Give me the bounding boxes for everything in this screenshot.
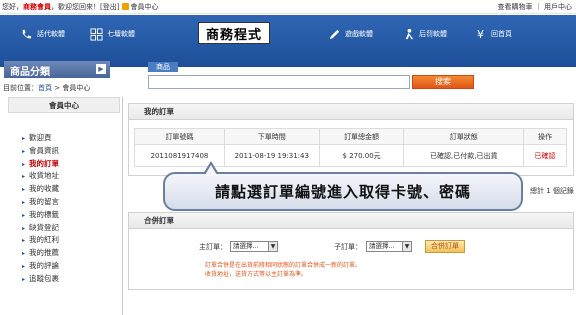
orders-table: 訂單號碼 下單時間 訂單總金額 訂單狀態 操作 2011081917408 20… [134,128,567,167]
home-icon [122,3,130,10]
category-label: 商品分類 [10,67,50,78]
nav-item-2-label: 七壇軟體 [107,30,135,38]
sidebar-item-orders[interactable]: 我的訂單 [22,158,59,171]
top-right-links[interactable]: 查看購物車 ｜ 用戶中心 [498,2,572,12]
breadcrumb-current: 會員中心 [62,84,91,92]
record-count: 總計 1 個記錄 [530,187,574,195]
nav-item-5-label: 回首頁 [491,30,512,38]
nav-item-1-label: 話代軟體 [37,30,65,38]
merge-orders-button[interactable]: 合併訂單 [425,240,465,253]
breadcrumb-separator: > [52,84,63,92]
breadcrumb-prefix: 目前位置： [3,84,38,92]
yen-icon: ¥ [477,27,484,41]
sidebar-item-reviews[interactable]: 我的評論 [22,260,59,273]
order-action[interactable]: 已確認 [523,144,567,167]
sidebar-item-referrals[interactable]: 我的推薦 [22,247,59,260]
search-button[interactable]: 搜索 [412,75,474,89]
sidebar-item-addresses[interactable]: 收貨地址 [22,170,59,183]
main-order-value: 請選擇... [233,242,259,250]
sidebar-item-favorites[interactable]: 我的收藏 [22,183,59,196]
sidebar-item-stockout[interactable]: 缺貨登記 [22,222,59,235]
callout-pointer-fill [205,165,217,175]
breadcrumb: 目前位置：首頁 > 會員中心 [3,83,90,93]
sidebar-menu: 歡迎頁 會員資訊 我的訂單 收貨地址 我的收藏 我的留言 我的標籤 缺貨登記 我… [22,132,59,286]
sub-order-value: 請選擇... [369,242,395,250]
orders-title: 我的訂單 [129,104,573,120]
nav-item-4[interactable]: 后罚軟體 [402,26,447,42]
top-bar: 您好，商務會員，歡迎您回來！[登出] 會員中心 查看購物車 ｜ 用戶中心 [0,0,576,14]
nav-item-3-label: 遊戲軟體 [345,30,373,38]
sidebar-title: 會員中心 [8,97,120,113]
chevron-right-icon: ▶ [96,64,106,74]
sub-order-label: 子訂單： [334,243,362,251]
search-input[interactable] [148,75,410,89]
member-center-link[interactable]: 會員中心 [130,3,158,11]
greeting-suffix: ，歡迎您回來！ [51,3,100,11]
site-logo[interactable]: 商務程式 [198,22,270,44]
order-amount: $ 270.00元 [318,144,405,167]
chevron-down-icon: ▼ [402,242,411,251]
order-time: 2011-08-19 19:31:43 [223,144,320,167]
nav-item-1[interactable]: 話代軟體 [20,26,65,42]
column-header-amount: 訂單總金額 [318,128,405,145]
nav-item-2[interactable]: 七壇軟體 [90,26,135,42]
sidebar: 會員中心 歡迎頁 會員資訊 我的訂單 收貨地址 我的收藏 我的留言 我的標籤 缺… [0,97,123,315]
column-header-action: 操作 [523,128,567,145]
nav-item-3[interactable]: 遊戲軟體 [328,26,373,42]
column-header-status: 訂單狀態 [403,128,525,145]
column-header-time: 下單時間 [223,128,320,145]
merge-note-line1: 訂單合併是在出貨前將相同狀態的訂單合併成一新的訂單。 [205,262,362,269]
search-tab-products[interactable]: 商品 [148,62,178,72]
merge-orders-panel: 合併訂單 主訂單： 請選擇... ▼ 子訂單： 請選擇... ▼ 合併訂單 訂單… [128,212,574,290]
figure-icon [405,28,414,39]
sidebar-item-tracking[interactable]: 追蹤包裹 [22,273,59,286]
merge-note-line2: 收貨地址，送貨方式等以主訂單為準。 [205,271,308,278]
merge-note: 訂單合併是在出貨前將相同狀態的訂單合併成一新的訂單。 收貨地址，送貨方式等以主訂… [205,261,361,279]
sidebar-item-profile[interactable]: 會員資訊 [22,145,59,158]
sidebar-item-welcome[interactable]: 歡迎頁 [22,132,59,145]
chevron-down-icon: ▼ [268,242,277,251]
callout-text: 請點選訂單編號進入取得卡號、密碼 [214,183,471,201]
main-order-label: 主訂單： [199,243,227,251]
header: 話代軟體 七壇軟體 商務程式 遊戲軟體 后罚軟體 ¥ 回首頁 商品分類 ▶ 商品… [0,15,576,89]
merge-title: 合併訂單 [129,213,573,229]
column-header-order-no: 訂單號碼 [134,128,225,145]
grid-icon [90,27,103,41]
order-status: 已確認,已付款,已出貨 [403,144,525,167]
nav-item-4-label: 后罚軟體 [419,30,447,38]
greeting-prefix: 您好， [2,3,23,11]
breadcrumb-home-link[interactable]: 首頁 [38,84,52,92]
sub-order-select[interactable]: 請選擇... ▼ [366,241,412,252]
instruction-callout: 請點選訂單編號進入取得卡號、密碼 [163,161,523,211]
pen-icon [329,29,340,39]
sidebar-item-messages[interactable]: 我的留言 [22,196,59,209]
greeting: 您好，商務會員，歡迎您回來！[登出] 會員中心 [2,2,158,12]
nav-item-5[interactable]: ¥ 回首頁 [474,26,512,42]
category-menu[interactable]: 商品分類 ▶ [4,61,110,78]
table-row: 2011081917408 2011-08-19 19:31:43 $ 270.… [134,144,567,167]
logout-link[interactable]: [登出] [100,3,119,11]
sidebar-item-tags[interactable]: 我的標籤 [22,209,59,222]
orders-panel: 我的訂單 訂單號碼 下單時間 訂單總金額 訂單狀態 操作 20110819174… [128,103,574,176]
main-order-select[interactable]: 請選擇... ▼ [230,241,278,252]
phone-icon [22,29,32,38]
sidebar-item-bonus[interactable]: 我的紅利 [22,234,59,247]
member-name: 商務會員 [23,3,51,11]
